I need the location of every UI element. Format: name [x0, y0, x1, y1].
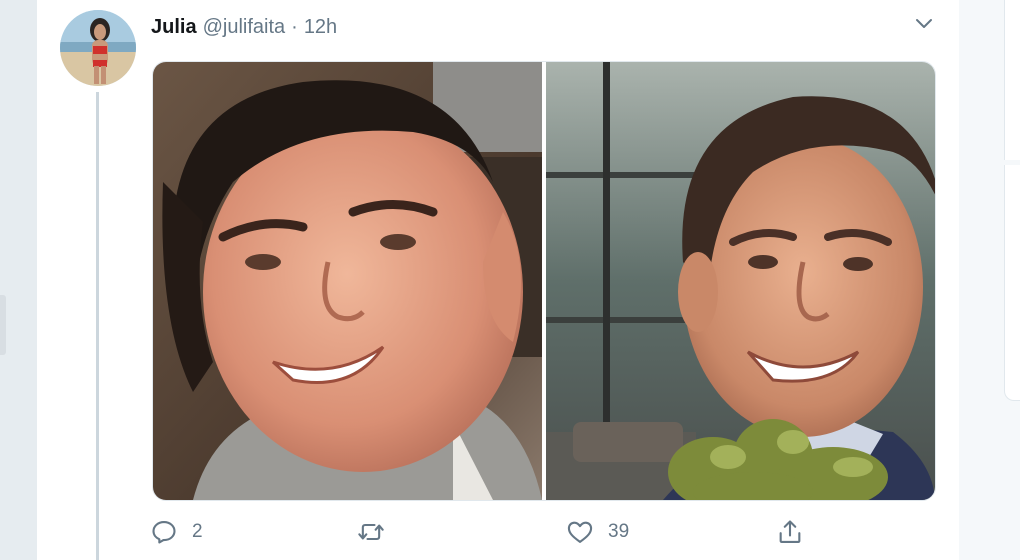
like-button[interactable]: 39 [566, 514, 629, 550]
avatar-image [60, 10, 136, 86]
author-name[interactable]: Julia [151, 16, 197, 39]
reply-button[interactable]: 2 [150, 514, 203, 550]
tweet-header: Julia @julifaita · 12h [151, 14, 337, 40]
tweet-media[interactable] [152, 61, 936, 501]
separator-dot: · [291, 15, 298, 38]
photo-right[interactable] [546, 62, 935, 500]
sidebar-panel [1004, 0, 1020, 160]
reply-count: 2 [192, 521, 203, 542]
retweet-button[interactable] [357, 514, 385, 550]
avatar[interactable] [60, 10, 136, 86]
tweet-actions: 2 39 [150, 514, 870, 550]
retweet-icon [358, 523, 384, 541]
timestamp[interactable]: 12h [304, 16, 337, 39]
like-count: 39 [608, 521, 630, 542]
photo-left[interactable] [153, 62, 542, 500]
right-sidebar [959, 0, 1020, 560]
media-divider [542, 62, 546, 500]
heart-icon [567, 521, 593, 543]
side-panel-edge [0, 295, 6, 355]
share-icon [779, 520, 801, 543]
share-button[interactable] [776, 514, 804, 550]
reply-icon [152, 521, 176, 544]
author-handle[interactable]: @julifaita [203, 16, 286, 39]
thread-line [96, 92, 99, 560]
sidebar-panel [1004, 165, 1020, 401]
page-background-left [0, 0, 36, 560]
chevron-down-icon[interactable] [912, 12, 936, 36]
